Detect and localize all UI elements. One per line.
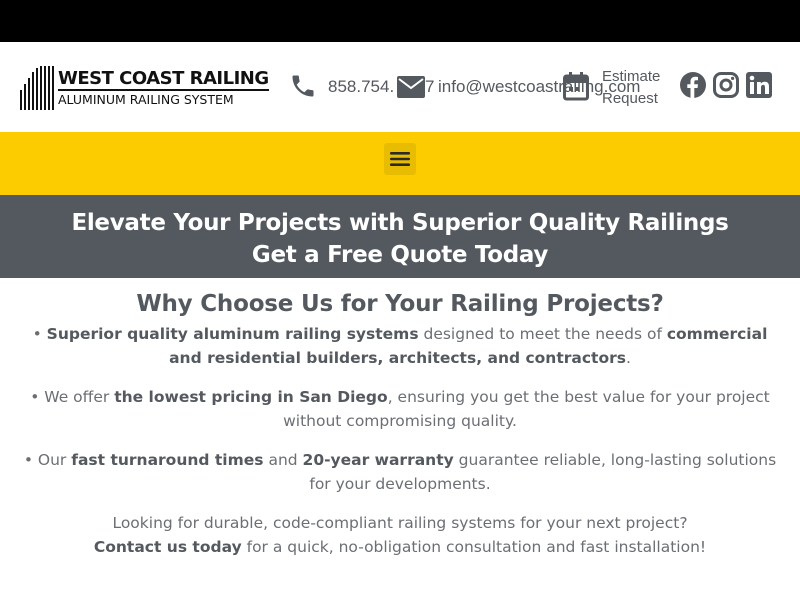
section-heading: Why Choose Us for Your Railing Projects? — [136, 291, 664, 317]
cta-question: Looking for durable, code-compliant rail… — [112, 514, 688, 532]
hero-banner: Elevate Your Projects with Superior Qual… — [0, 195, 800, 278]
banner-headline: Elevate Your Projects with Superior Qual… — [71, 210, 729, 236]
main-nav-bar — [0, 132, 800, 195]
phone-icon[interactable] — [289, 72, 317, 100]
logo-title: WEST COAST RAILING — [58, 67, 269, 89]
phone-number[interactable]: 858.754. — [328, 77, 394, 97]
logo-subtitle: ALUMINUM RAILING SYSTEM — [58, 88, 269, 108]
logo-bars-graphic — [20, 66, 54, 110]
phone-number-tail: 7 — [425, 77, 435, 96]
cta-text: for a quick, no-obligation consultation … — [241, 538, 707, 556]
calendar-icon[interactable] — [563, 71, 589, 101]
benefit-turnaround: • Our fast turnaround times and 20-year … — [23, 451, 777, 493]
facebook-icon[interactable] — [680, 72, 706, 98]
benefit-quality: • Superior quality aluminum railing syst… — [32, 325, 768, 367]
estimate-line2: Request — [602, 90, 658, 107]
linkedin-icon[interactable] — [746, 72, 772, 98]
contact-us-link[interactable]: Contact us today — [94, 538, 242, 556]
hamburger-menu-button[interactable] — [384, 143, 416, 175]
estimate-line1: Estimate — [602, 68, 661, 85]
why-choose-us-section: Why Choose Us for Your Railing Projects?… — [0, 288, 800, 574]
hamburger-menu-icon — [390, 152, 410, 166]
benefit-pricing: • We offer the lowest pricing in San Die… — [30, 388, 770, 430]
instagram-icon[interactable] — [713, 72, 739, 98]
estimate-request-link[interactable]: Estimate Request — [602, 66, 660, 110]
top-black-strip — [0, 0, 800, 42]
call-to-action: Looking for durable, code-compliant rail… — [0, 511, 800, 559]
envelope-icon[interactable] — [397, 76, 425, 98]
banner-subheadline: Get a Free Quote Today — [251, 242, 549, 268]
site-logo[interactable]: WEST COAST RAILING ALUMINUM RAILING SYST… — [20, 64, 269, 112]
